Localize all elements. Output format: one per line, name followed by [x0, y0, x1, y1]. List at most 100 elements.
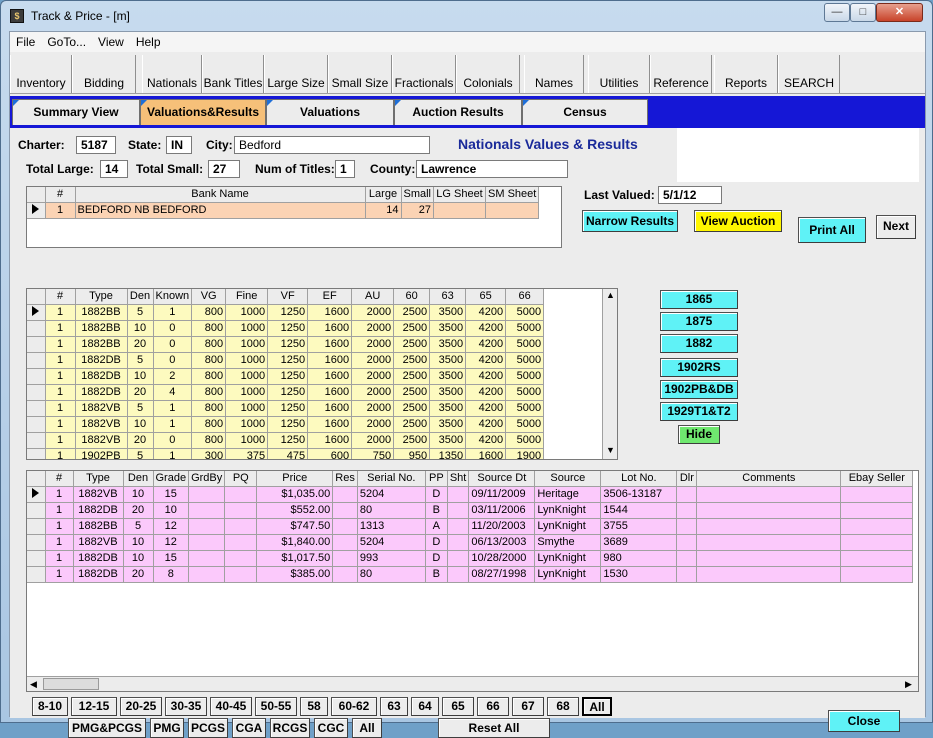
- row-selector[interactable]: [27, 336, 46, 353]
- series-1902pbdb-button[interactable]: 1902PB&DB: [660, 380, 738, 399]
- table-cell[interactable]: 1882VB: [75, 416, 128, 433]
- table-cell[interactable]: 1882DB: [75, 352, 128, 369]
- grade-filter-button[interactable]: 40-45: [210, 697, 252, 716]
- table-cell[interactable]: 2000: [351, 304, 395, 321]
- table-cell[interactable]: [332, 486, 358, 503]
- table-cell[interactable]: 11/20/2003: [468, 518, 536, 535]
- row-selector[interactable]: [27, 400, 46, 417]
- table-row[interactable]: 1 1882DB 20 8 $385.00 80 B 08/27/1998 LynKnight 1…: [27, 566, 914, 583]
- table-cell[interactable]: 5: [123, 518, 154, 535]
- table-row[interactable]: 1 1882DB 20 10 $552.00 80 B 03/11/2006 LynKnight…: [27, 502, 914, 519]
- table-cell[interactable]: 5000: [505, 320, 545, 337]
- row-selector[interactable]: [27, 304, 46, 321]
- table-row[interactable]: 1 1882DB 10 15 $1,017.50 993 D 10/28/2000 LynKni…: [27, 550, 914, 567]
- table-cell[interactable]: $1,035.00: [256, 486, 334, 503]
- table-cell[interactable]: 8: [153, 566, 190, 583]
- table-cell[interactable]: [696, 486, 842, 503]
- table-cell[interactable]: [676, 534, 698, 551]
- table-cell[interactable]: 1: [45, 550, 74, 567]
- table-cell[interactable]: 1882BB: [75, 304, 128, 321]
- table-cell[interactable]: 1: [45, 320, 76, 337]
- column-header[interactable]: 66: [505, 289, 545, 305]
- table-cell[interactable]: 08/27/1998: [468, 566, 536, 583]
- table-cell[interactable]: 4200: [465, 400, 507, 417]
- table-cell[interactable]: 1000: [225, 416, 269, 433]
- table-cell[interactable]: 1530: [600, 566, 678, 583]
- row-selector[interactable]: [27, 550, 46, 567]
- table-cell[interactable]: 3500: [429, 320, 467, 337]
- table-cell[interactable]: [224, 502, 258, 519]
- table-cell[interactable]: [485, 202, 540, 219]
- table-cell[interactable]: LynKnight: [534, 566, 602, 583]
- table-cell[interactable]: 1882VB: [73, 534, 124, 551]
- table-cell[interactable]: 950: [393, 448, 431, 459]
- grade-filter-button[interactable]: 68: [547, 697, 579, 716]
- num-titles-field[interactable]: 1: [335, 160, 355, 178]
- table-cell[interactable]: 5000: [505, 352, 545, 369]
- column-header[interactable]: Serial No.: [357, 471, 426, 487]
- table-cell[interactable]: 10: [127, 416, 154, 433]
- table-cell[interactable]: [840, 566, 914, 583]
- table-cell[interactable]: 1: [45, 368, 76, 385]
- row-selector[interactable]: [27, 384, 46, 401]
- table-cell[interactable]: D: [425, 550, 448, 567]
- table-cell[interactable]: 3506-13187: [600, 486, 678, 503]
- table-cell[interactable]: [447, 534, 470, 551]
- toolbar-nationals-button[interactable]: Nationals: [142, 55, 202, 93]
- table-cell[interactable]: $552.00: [256, 502, 334, 519]
- table-cell[interactable]: 10: [153, 502, 190, 519]
- hide-button[interactable]: Hide: [678, 425, 720, 444]
- column-header[interactable]: AU: [351, 289, 395, 305]
- table-cell[interactable]: [696, 534, 842, 551]
- table-cell[interactable]: 800: [191, 432, 227, 449]
- table-cell[interactable]: 27: [401, 202, 435, 219]
- table-cell[interactable]: 1: [45, 202, 76, 219]
- table-cell[interactable]: 20: [127, 384, 154, 401]
- table-cell[interactable]: 4200: [465, 336, 507, 353]
- table-cell[interactable]: 1600: [307, 336, 353, 353]
- table-cell[interactable]: 2000: [351, 320, 395, 337]
- column-header[interactable]: Type: [73, 471, 124, 487]
- table-cell[interactable]: D: [425, 486, 448, 503]
- table-cell[interactable]: 2500: [393, 416, 431, 433]
- table-cell[interactable]: 1250: [267, 352, 309, 369]
- series-1865-button[interactable]: 1865: [660, 290, 738, 309]
- table-cell[interactable]: 800: [191, 352, 227, 369]
- row-selector[interactable]: [27, 320, 46, 337]
- table-cell[interactable]: [447, 550, 470, 567]
- table-cell[interactable]: 1600: [307, 400, 353, 417]
- table-cell[interactable]: 3500: [429, 304, 467, 321]
- table-cell[interactable]: 10: [123, 486, 154, 503]
- table-cell[interactable]: 5000: [505, 368, 545, 385]
- table-cell[interactable]: 2500: [393, 384, 431, 401]
- grade-filter-button[interactable]: 63: [380, 697, 408, 716]
- table-cell[interactable]: [676, 486, 698, 503]
- table-row[interactable]: 1 1882DB 5 0 800 1000 1250 1600 2000 2500 3500 4200…: [27, 352, 545, 369]
- table-cell[interactable]: 1882VB: [75, 400, 128, 417]
- table-cell[interactable]: 03/11/2006: [468, 502, 536, 519]
- table-cell[interactable]: [447, 502, 470, 519]
- grader-filter-button[interactable]: All: [352, 718, 382, 738]
- table-cell[interactable]: 5000: [505, 336, 545, 353]
- table-cell[interactable]: 2000: [351, 368, 395, 385]
- grade-filter-button[interactable]: 50-55: [255, 697, 297, 716]
- table-cell[interactable]: 4200: [465, 368, 507, 385]
- table-cell[interactable]: 0: [153, 320, 193, 337]
- valuations-scrollbar[interactable]: ▲ ▼: [602, 289, 617, 459]
- grader-filter-button[interactable]: CGC: [314, 718, 348, 738]
- table-cell[interactable]: 15: [153, 550, 190, 567]
- table-cell[interactable]: 1: [45, 534, 74, 551]
- series-1929t1t2-button[interactable]: 1929T1&T2: [660, 402, 738, 421]
- table-cell[interactable]: [447, 486, 470, 503]
- column-header[interactable]: Bank Name: [75, 187, 366, 203]
- table-cell[interactable]: [224, 534, 258, 551]
- table-cell[interactable]: 375: [225, 448, 269, 459]
- table-cell[interactable]: B: [425, 566, 448, 583]
- table-cell[interactable]: [332, 534, 358, 551]
- table-cell[interactable]: 1544: [600, 502, 678, 519]
- minimize-button[interactable]: —: [824, 3, 850, 22]
- state-field[interactable]: IN: [166, 136, 192, 154]
- table-cell[interactable]: 1882BB: [75, 336, 128, 353]
- toolbar-small-size-button[interactable]: Small Size: [328, 55, 392, 93]
- table-cell[interactable]: [433, 202, 487, 219]
